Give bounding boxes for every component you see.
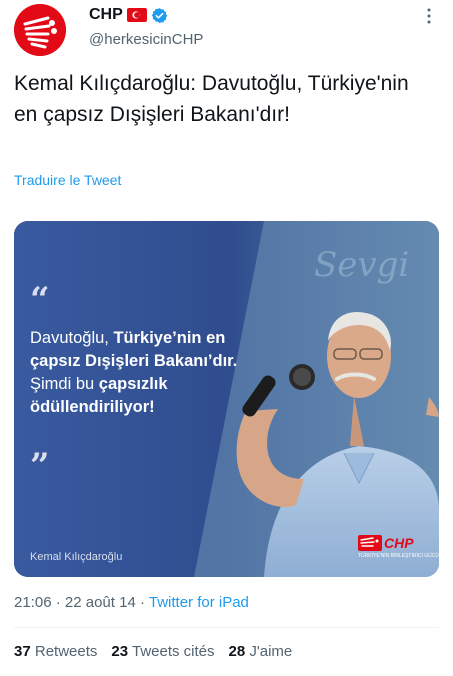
- tweet-header: CHP @herkesicinCHP: [0, 0, 453, 60]
- badge-logo-row: CHP: [358, 535, 428, 551]
- retweets-count: 37: [14, 643, 31, 660]
- tweet-time[interactable]: 21:06: [14, 594, 52, 611]
- tweet-media-image[interactable]: Sevgi “ Davutoğlu, Türkiye’nin en çapsız…: [14, 221, 439, 577]
- likes-count: 28: [228, 643, 246, 660]
- chp-logo-icon: [358, 535, 382, 551]
- avatar[interactable]: [14, 4, 66, 56]
- likes-stat[interactable]: 28 J'aime: [229, 643, 293, 660]
- tweet-source-link[interactable]: Twitter for iPad: [149, 594, 249, 611]
- retweets-stat[interactable]: 37 Retweets: [14, 643, 97, 660]
- divider: [14, 627, 439, 628]
- quote-open-mark: “: [30, 280, 50, 320]
- turkey-flag-icon: [126, 8, 147, 22]
- tweet-meta: 21:06 · 22 août 14 · Twitter for iPad: [14, 594, 249, 611]
- meta-separator: ·: [135, 594, 149, 611]
- likes-label: J'aime: [249, 643, 293, 660]
- svg-text:Sevgi: Sevgi: [314, 245, 409, 285]
- display-name[interactable]: CHP: [89, 6, 123, 24]
- quote-text: Davutoğlu, Türkiye’nin en çapsız Dışişle…: [30, 327, 240, 419]
- badge-motto: TÜRKİYE'NİN BİRLEŞTİRİCİ GÜCÜ: [358, 553, 439, 559]
- chp-logo-icon: [14, 4, 66, 56]
- meta-separator: ·: [51, 594, 65, 611]
- quote-part-1: Davutoğlu,: [30, 329, 114, 347]
- retweets-label: Retweets: [34, 643, 98, 660]
- verified-badge-icon: [151, 7, 168, 24]
- tweet-text: Kemal Kılıçdaroğlu: Davutoğlu, Türkiye'n…: [14, 72, 409, 126]
- handle[interactable]: @herkesicinCHP: [89, 31, 203, 48]
- quote-close-mark: ”: [30, 446, 50, 486]
- quotes-stat[interactable]: 23 Tweets cités: [111, 643, 214, 660]
- translate-link[interactable]: Traduire le Tweet: [14, 172, 121, 188]
- quotes-count: 23: [111, 643, 129, 660]
- quote-author-caption: Kemal Kılıçdaroğlu: [30, 551, 123, 563]
- quotes-label: Tweets cités: [131, 643, 215, 660]
- name-row: CHP: [89, 6, 168, 24]
- tweet-date[interactable]: 22 août 14: [65, 594, 136, 611]
- chp-badge: CHP TÜRKİYE'NİN BİRLEŞTİRİCİ GÜCÜ: [358, 535, 439, 565]
- quote-part-3: Şimdi bu: [30, 375, 99, 393]
- badge-logo-text: CHP: [384, 535, 414, 551]
- more-options-icon[interactable]: [419, 6, 439, 26]
- tweet-stats: 37 Retweets 23 Tweets cités 28 J'aime: [14, 643, 292, 660]
